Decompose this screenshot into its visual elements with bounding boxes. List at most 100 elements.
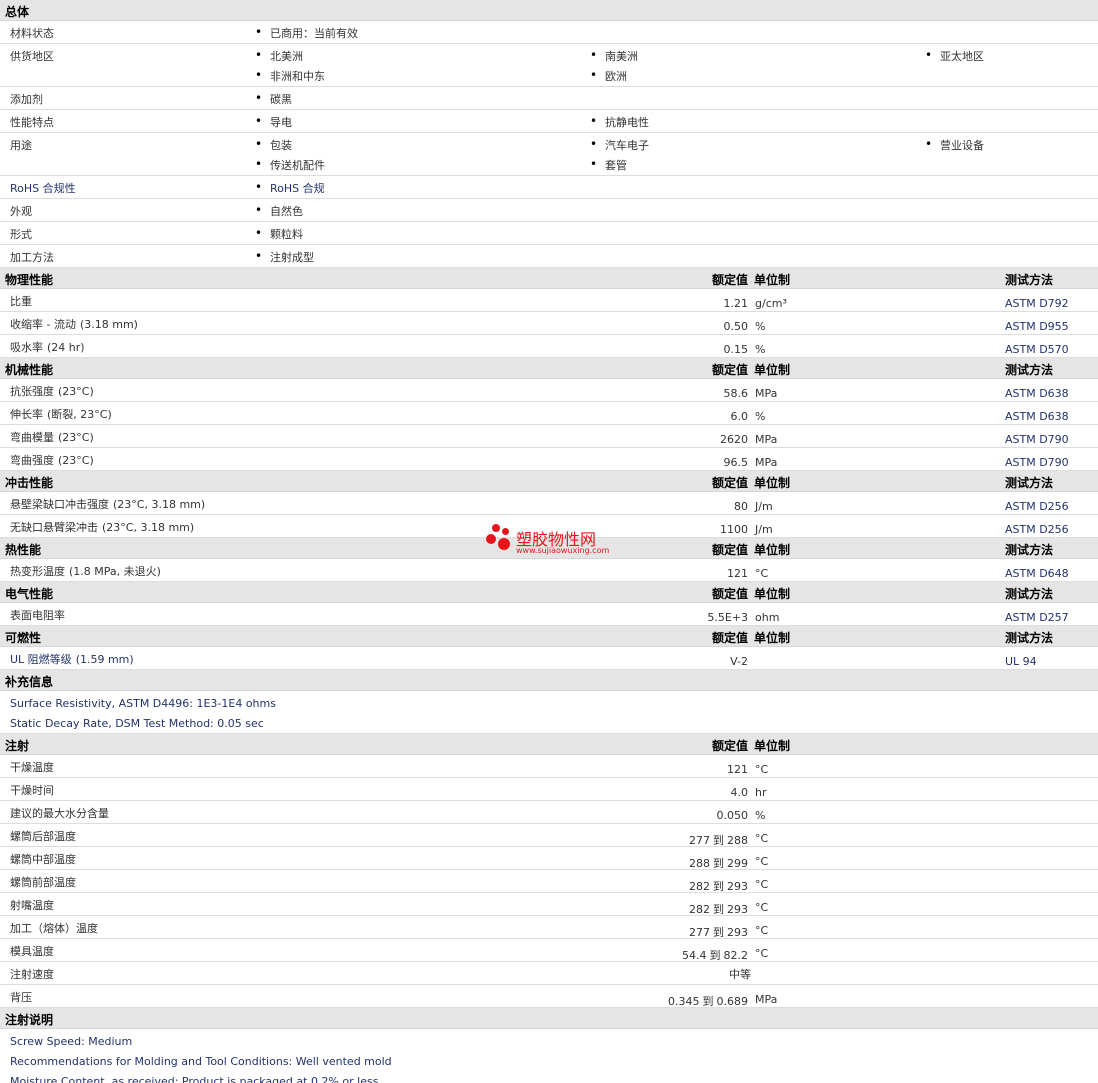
section-header-mechanical: 机械性能 额定值 单位制 测试方法 [0,358,1098,379]
section-title: 物理性能 [5,273,54,287]
property-row: 收缩率 - 流动 (3.18 mm) 0.50 % ASTM D955 [0,312,1098,335]
row-value: 121 [727,763,748,776]
logo-dot-icon [502,528,509,535]
logo-dot-icon [492,524,500,532]
row-label: 建议的最大水分含量 [10,807,109,820]
row-value: 2620 [720,433,748,446]
row-label: 比重 [10,295,32,308]
row-label: 弯曲强度 (23°C) [10,454,94,467]
header-unit: 单位制 [754,273,791,287]
injection-row: 螺筒前部温度 282 到 293 °C [0,870,1098,893]
test-method-link[interactable]: ASTM D256 [1005,523,1069,536]
row-label: 供货地区 [10,50,54,63]
row-label: 加工方法 [10,251,54,264]
row-label: 吸水率 (24 hr) [10,341,85,354]
section-header-injection-notes: 注射说明 [0,1008,1098,1029]
list-item: 套管 [590,157,627,173]
header-method: 测试方法 [1005,543,1054,557]
row-unit: °C [755,567,769,580]
list-item: 自然色 [255,203,303,219]
row-unit: % [755,410,766,423]
header-unit: 单位制 [754,739,791,753]
row-unit: MPa [755,993,778,1006]
injection-row: 螺筒中部温度 288 到 299 °C [0,847,1098,870]
row-label: 材料状态 [10,27,54,40]
list-item: 非洲和中东 [255,68,325,84]
header-unit: 单位制 [754,543,791,557]
test-method-link[interactable]: ASTM D955 [1005,320,1069,333]
row-unit: °C [755,878,769,891]
section-title: 注射 [5,739,30,753]
header-method: 测试方法 [1005,273,1054,287]
row-unit: °C [755,763,769,776]
injection-row: 建议的最大水分含量 0.050 % [0,801,1098,824]
injection-row: 模具温度 54.4 到 82.2 °C [0,939,1098,962]
list-item: 欧洲 [590,68,627,84]
watermark-url: www.sujiaowuxing.com [516,546,610,555]
row-label: 弯曲模量 (23°C) [10,431,94,444]
test-method-link[interactable]: ASTM D638 [1005,387,1069,400]
list-item: 注射成型 [255,249,314,265]
test-method-link[interactable]: ASTM D790 [1005,433,1069,446]
row-value: 1100 [720,523,748,536]
rohs-value-link[interactable]: RoHS 合规 [255,180,325,196]
row-unit: J/m [755,523,773,536]
header-unit: 单位制 [754,631,791,645]
row-unit: °C [755,947,769,960]
row-range: 54.4 到 82.2 [682,949,748,962]
header-method: 测试方法 [1005,587,1054,601]
injection-row: 加工（熔体）温度 277 到 293 °C [0,916,1098,939]
row-unit: % [755,320,766,333]
row-value: 0.50 [723,320,749,333]
row-label: 螺筒前部温度 [10,876,76,889]
rohs-link[interactable]: RoHS 合规性 [10,180,76,196]
ul-rating-link[interactable]: UL 阻燃等级 (1.59 mm) [10,651,134,667]
row-label: 形式 [10,228,32,241]
injection-row: 螺筒后部温度 277 到 288 °C [0,824,1098,847]
row-unit: ohm [755,611,780,624]
row-label: 加工（熔体）温度 [10,922,98,935]
test-method-link[interactable]: ASTM D792 [1005,297,1069,310]
property-row: UL 阻燃等级 (1.59 mm) V-2 UL 94 [0,647,1098,670]
section-title: 补充信息 [5,675,54,689]
test-method-link[interactable]: ASTM D257 [1005,611,1069,624]
row-unit: °C [755,855,769,868]
injection-notes: Screw Speed: Medium Recommendations for … [0,1029,1098,1083]
property-row: 吸水率 (24 hr) 0.15 % ASTM D570 [0,335,1098,358]
list-item: 已商用：当前有效 [255,25,358,41]
section-header-impact: 冲击性能 额定值 单位制 测试方法 [0,471,1098,492]
row-label: 表面电阻率 [10,609,65,622]
row-value: 80 [734,500,748,513]
injection-row: 背压 0.345 到 0.689 MPa [0,985,1098,1008]
header-unit: 单位制 [754,476,791,490]
row-range: 282 到 293 [689,903,748,916]
list-item: 碳黑 [255,91,292,107]
row-unit: hr [755,786,767,799]
row-unit: MPa [755,433,778,446]
row-label: 干燥温度 [10,761,54,774]
test-method-link[interactable]: ASTM D256 [1005,500,1069,513]
injection-row: 干燥温度 121 °C [0,755,1098,778]
property-row: 比重 1.21 g/cm³ ASTM D792 [0,289,1098,312]
section-title: 注射说明 [5,1013,54,1027]
list-item: 南美洲 [590,48,638,64]
injection-row: 注射速度 中等 [0,962,1098,985]
row-label: 模具温度 [10,945,54,958]
row-label: 无缺口悬臂梁冲击 (23°C, 3.18 mm) [10,521,195,534]
test-method-link[interactable]: UL 94 [1005,655,1037,668]
row-label: 性能特点 [10,116,54,129]
general-row: 性能特点 导电 抗静电性 [0,110,1098,133]
test-method-link[interactable]: ASTM D648 [1005,567,1069,580]
row-unit: J/m [755,500,773,513]
header-method: 测试方法 [1005,631,1054,645]
test-method-link[interactable]: ASTM D638 [1005,410,1069,423]
row-unit: °C [755,832,769,845]
section-header-physical: 物理性能 额定值 单位制 测试方法 [0,268,1098,289]
watermark-logo: 塑胶物性网 www.sujiaowuxing.com [486,524,626,558]
test-method-link[interactable]: ASTM D790 [1005,456,1069,469]
note-line: Screw Speed: Medium [10,1035,133,1048]
list-item: 传送机配件 [255,157,325,173]
section-title: 冲击性能 [5,476,54,490]
test-method-link[interactable]: ASTM D570 [1005,343,1069,356]
general-row: 用途 包装 汽车电子 营业设备 传送机配件 套管 [0,133,1098,176]
